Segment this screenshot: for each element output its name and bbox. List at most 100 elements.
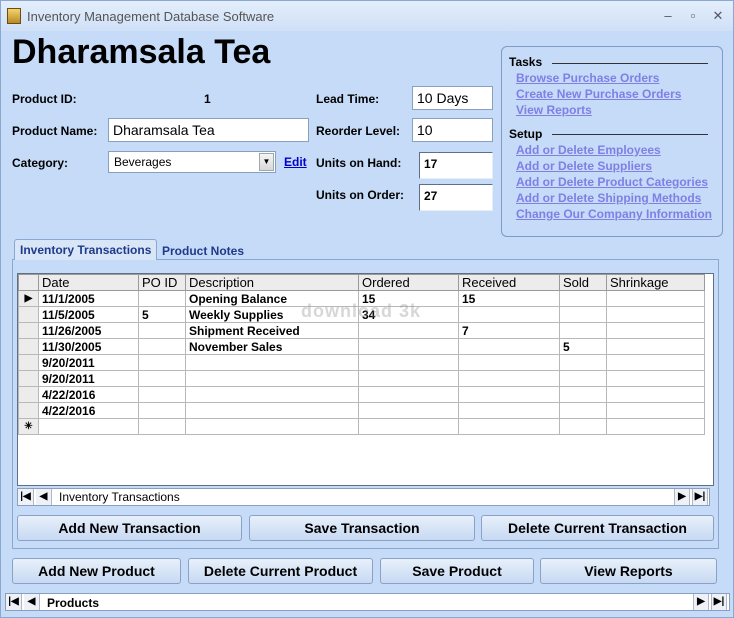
view-reports-link[interactable]: View Reports xyxy=(516,103,592,117)
table-row[interactable]: 11/26/2005 Shipment Received 7 xyxy=(18,322,705,339)
row-selector[interactable] xyxy=(18,322,39,339)
first-product-icon[interactable]: |◀ xyxy=(6,594,22,610)
table-cell[interactable] xyxy=(559,418,607,435)
last-product-icon[interactable]: ▶| xyxy=(711,594,727,610)
table-cell[interactable] xyxy=(559,354,607,371)
product-name-input[interactable]: Dharamsala Tea xyxy=(108,118,309,142)
table-cell[interactable] xyxy=(559,402,607,419)
table-cell[interactable] xyxy=(358,338,459,355)
table-cell[interactable] xyxy=(606,418,705,435)
table-cell[interactable] xyxy=(606,322,705,339)
table-cell[interactable] xyxy=(358,418,459,435)
table-cell[interactable] xyxy=(185,370,359,387)
row-selector[interactable] xyxy=(18,370,39,387)
row-selector[interactable] xyxy=(18,386,39,403)
column-header[interactable]: PO ID xyxy=(138,274,186,291)
next-record-icon[interactable]: ▶ xyxy=(674,489,690,505)
table-cell[interactable]: Shipment Received xyxy=(185,322,359,339)
table-cell[interactable]: 4/22/2016 xyxy=(38,386,139,403)
table-cell[interactable] xyxy=(606,338,705,355)
table-cell[interactable] xyxy=(606,306,705,323)
table-cell[interactable] xyxy=(358,402,459,419)
lead-time-input[interactable]: 10 Days xyxy=(412,86,493,110)
delete-current-transaction-button[interactable]: Delete Current Transaction xyxy=(481,515,714,541)
table-cell[interactable] xyxy=(138,322,186,339)
table-cell[interactable] xyxy=(606,370,705,387)
browse-purchase-orders-link[interactable]: Browse Purchase Orders xyxy=(516,71,659,85)
delete-current-product-button[interactable]: Delete Current Product xyxy=(188,558,373,584)
last-record-icon[interactable]: ▶| xyxy=(692,489,708,505)
edit-category-link[interactable]: Edit xyxy=(284,155,307,169)
table-cell[interactable] xyxy=(138,370,186,387)
table-cell[interactable] xyxy=(138,290,186,307)
tab-product-notes[interactable]: Product Notes xyxy=(157,241,249,261)
table-cell[interactable] xyxy=(458,418,560,435)
reorder-level-input[interactable]: 10 xyxy=(412,118,493,142)
add-new-product-button[interactable]: Add New Product xyxy=(12,558,181,584)
table-cell[interactable] xyxy=(185,418,359,435)
minimize-button[interactable]: – xyxy=(657,7,679,25)
table-row[interactable]: 11/30/2005 November Sales 5 xyxy=(18,338,705,355)
column-header[interactable]: Received xyxy=(458,274,560,291)
table-cell[interactable]: November Sales xyxy=(185,338,359,355)
table-cell[interactable] xyxy=(458,370,560,387)
table-cell[interactable]: 11/30/2005 xyxy=(38,338,139,355)
table-cell[interactable] xyxy=(358,370,459,387)
table-cell[interactable] xyxy=(606,402,705,419)
table-cell[interactable] xyxy=(559,290,607,307)
table-cell[interactable] xyxy=(138,338,186,355)
add-new-transaction-button[interactable]: Add New Transaction xyxy=(17,515,242,541)
previous-record-icon[interactable]: ◀ xyxy=(36,489,52,505)
table-cell[interactable] xyxy=(559,306,607,323)
row-selector[interactable] xyxy=(18,402,39,419)
column-header[interactable]: Sold xyxy=(559,274,607,291)
table-cell[interactable] xyxy=(38,418,139,435)
table-cell[interactable]: 9/20/2011 xyxy=(38,370,139,387)
table-cell[interactable] xyxy=(559,370,607,387)
table-cell[interactable] xyxy=(458,306,560,323)
table-cell[interactable] xyxy=(458,354,560,371)
column-header[interactable]: Date xyxy=(38,274,139,291)
create-purchase-orders-link[interactable]: Create New Purchase Orders xyxy=(516,87,681,101)
table-cell[interactable] xyxy=(185,386,359,403)
table-cell[interactable] xyxy=(606,354,705,371)
shipping-methods-link[interactable]: Add or Delete Shipping Methods xyxy=(516,191,701,205)
table-cell[interactable]: 15 xyxy=(458,290,560,307)
close-button[interactable]: ✕ xyxy=(707,7,729,25)
table-cell[interactable]: 11/5/2005 xyxy=(38,306,139,323)
view-reports-button[interactable]: View Reports xyxy=(540,558,717,584)
table-row[interactable]: 4/22/2016 xyxy=(18,402,705,419)
table-row[interactable]: 9/20/2011 xyxy=(18,354,705,371)
table-cell[interactable]: 5 xyxy=(559,338,607,355)
suppliers-link[interactable]: Add or Delete Suppliers xyxy=(516,159,652,173)
row-selector[interactable] xyxy=(18,338,39,355)
table-cell[interactable] xyxy=(185,402,359,419)
product-categories-link[interactable]: Add or Delete Product Categories xyxy=(516,175,708,189)
table-cell[interactable] xyxy=(606,386,705,403)
chevron-down-icon[interactable]: ▼ xyxy=(259,153,274,171)
row-selector[interactable] xyxy=(18,306,39,323)
row-selector[interactable] xyxy=(18,354,39,371)
new-record-row[interactable]: ✳ xyxy=(18,418,705,435)
table-cell[interactable]: 5 xyxy=(138,306,186,323)
table-cell[interactable] xyxy=(606,290,705,307)
employees-link[interactable]: Add or Delete Employees xyxy=(516,143,661,157)
table-row[interactable]: 4/22/2016 xyxy=(18,386,705,403)
table-cell[interactable]: 9/20/2011 xyxy=(38,354,139,371)
table-cell[interactable] xyxy=(138,402,186,419)
table-cell[interactable]: 4/22/2016 xyxy=(38,402,139,419)
table-cell[interactable] xyxy=(559,386,607,403)
table-cell[interactable] xyxy=(458,338,560,355)
previous-product-icon[interactable]: ◀ xyxy=(24,594,40,610)
tab-inventory-transactions[interactable]: Inventory Transactions xyxy=(14,239,158,260)
category-select[interactable]: Beverages ▼ xyxy=(108,151,276,173)
table-cell[interactable] xyxy=(358,354,459,371)
table-cell[interactable]: 11/26/2005 xyxy=(38,322,139,339)
table-cell[interactable] xyxy=(458,402,560,419)
table-cell[interactable]: 11/1/2005 xyxy=(38,290,139,307)
table-cell[interactable] xyxy=(138,354,186,371)
maximize-button[interactable]: ▫ xyxy=(682,7,704,25)
row-selector[interactable]: ▶ xyxy=(18,290,39,307)
table-cell[interactable] xyxy=(458,386,560,403)
column-header[interactable]: Description xyxy=(185,274,359,291)
